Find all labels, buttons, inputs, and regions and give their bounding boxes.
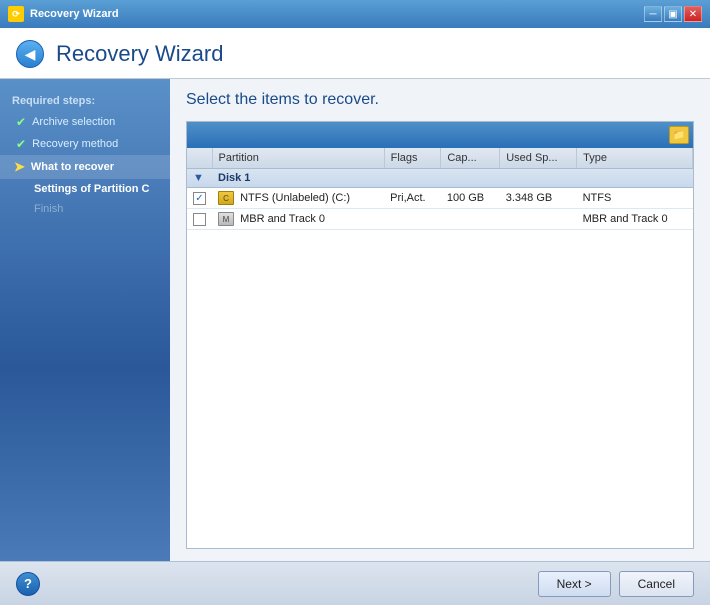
help-button[interactable]: ?: [16, 572, 40, 596]
sidebar-item-label: Settings of Partition C: [34, 183, 150, 195]
arrow-icon: ➤: [14, 159, 25, 175]
main-panel: Select the items to recover. 📁 Partition…: [170, 79, 710, 561]
next-button[interactable]: Next >: [538, 571, 611, 597]
table-header-bar: 📁: [187, 122, 693, 148]
partition-checkbox-cell: [187, 188, 212, 209]
header-area: ◀ Recovery Wizard: [0, 28, 710, 79]
close-button[interactable]: ✕: [684, 6, 702, 22]
partition-name: NTFS (Unlabeled) (C:): [240, 192, 350, 204]
content-area: Required steps: ✔ Archive selection ✔ Re…: [0, 79, 710, 561]
title-bar: ⟳ Recovery Wizard ─ ▣ ✕: [0, 0, 710, 28]
sidebar-item-recovery-method[interactable]: ✔ Recovery method: [0, 133, 170, 155]
partition-icon: M: [218, 212, 234, 226]
partition-type: MBR and Track 0: [577, 209, 693, 230]
partition-capacity: [441, 209, 500, 230]
cancel-button[interactable]: Cancel: [619, 571, 694, 597]
table-header-row: Partition Flags Cap... Used Sp... Type: [187, 148, 693, 169]
restore-button[interactable]: ▣: [664, 6, 682, 22]
header-title: Recovery Wizard: [56, 41, 223, 67]
table-body: ▼ Disk 1 C NTFS (Unlabeled) (C:): [187, 169, 693, 230]
data-table: Partition Flags Cap... Used Sp... Type ▼…: [187, 148, 693, 230]
sidebar-item-label: Archive selection: [32, 116, 115, 128]
sidebar-item-finish: Finish: [0, 199, 170, 219]
footer-left: ?: [16, 572, 40, 596]
disk-expand-icon: ▼: [187, 169, 212, 188]
panel-title: Select the items to recover.: [186, 91, 694, 109]
partition-name: MBR and Track 0: [240, 213, 325, 225]
table-container: 📁 Partition Flags Cap... Used Sp... Type: [186, 121, 694, 549]
partition-flags: [384, 209, 441, 230]
footer-right: Next > Cancel: [538, 571, 694, 597]
partition-name-cell: C NTFS (Unlabeled) (C:): [212, 188, 384, 209]
col-used-space: Used Sp...: [500, 148, 577, 169]
partition-checkbox-cell: [187, 209, 212, 230]
sidebar: Required steps: ✔ Archive selection ✔ Re…: [0, 79, 170, 561]
col-select: [187, 148, 212, 169]
back-button[interactable]: ◀: [16, 40, 44, 68]
partition-used-space: 3.348 GB: [500, 188, 577, 209]
partition-checkbox[interactable]: [193, 213, 206, 226]
col-partition: Partition: [212, 148, 384, 169]
disk-label: Disk 1: [212, 169, 693, 188]
partition-flags: Pri,Act.: [384, 188, 441, 209]
partition-capacity: 100 GB: [441, 188, 500, 209]
col-capacity: Cap...: [441, 148, 500, 169]
window-title: Recovery Wizard: [30, 8, 119, 20]
app-icon: ⟳: [8, 6, 24, 22]
title-bar-left: ⟳ Recovery Wizard: [8, 6, 119, 22]
col-type: Type: [577, 148, 693, 169]
partition-icon: C: [218, 191, 234, 205]
check-icon: ✔: [16, 115, 26, 129]
disk-group-row: ▼ Disk 1: [187, 169, 693, 188]
table-row[interactable]: C NTFS (Unlabeled) (C:) Pri,Act. 100 GB …: [187, 188, 693, 209]
sidebar-item-what-to-recover[interactable]: ➤ What to recover: [0, 155, 170, 179]
table-row[interactable]: M MBR and Track 0 MBR and Track 0: [187, 209, 693, 230]
check-icon: ✔: [16, 137, 26, 151]
partition-name-cell: M MBR and Track 0: [212, 209, 384, 230]
sidebar-item-label: What to recover: [31, 161, 114, 173]
sidebar-item-label: Recovery method: [32, 138, 118, 150]
partition-type: NTFS: [577, 188, 693, 209]
main-window: ◀ Recovery Wizard Required steps: ✔ Arch…: [0, 28, 710, 605]
footer: ? Next > Cancel: [0, 561, 710, 605]
table-head: Partition Flags Cap... Used Sp... Type: [187, 148, 693, 169]
folder-icon: 📁: [669, 126, 689, 144]
sidebar-item-label: Finish: [34, 203, 63, 215]
minimize-button[interactable]: ─: [644, 6, 662, 22]
partition-checkbox[interactable]: [193, 192, 206, 205]
sidebar-item-archive-selection[interactable]: ✔ Archive selection: [0, 111, 170, 133]
partition-used-space: [500, 209, 577, 230]
sidebar-item-settings[interactable]: Settings of Partition C: [0, 179, 170, 199]
help-icon: ?: [24, 576, 32, 591]
col-flags: Flags: [384, 148, 441, 169]
title-bar-controls: ─ ▣ ✕: [644, 6, 702, 22]
sidebar-section-title: Required steps:: [0, 89, 170, 111]
